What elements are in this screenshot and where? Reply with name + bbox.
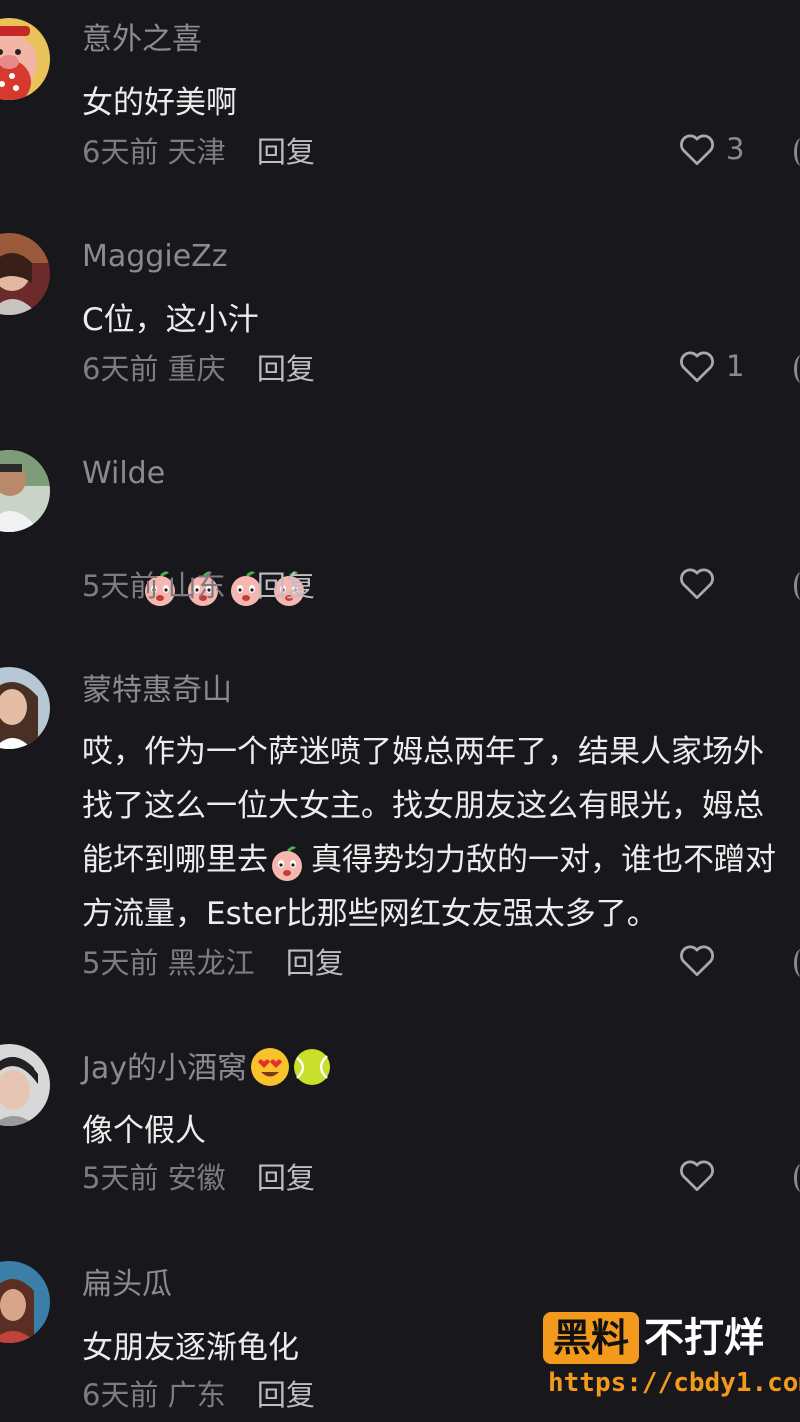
comment-location: 山东: [167, 569, 226, 603]
username[interactable]: 意外之喜: [82, 20, 202, 60]
username[interactable]: 蒙特惠奇山: [82, 671, 232, 711]
comment-text: C位，这小汁: [82, 293, 259, 347]
comment-location: 黑龙江: [167, 946, 255, 980]
like-count: 1: [726, 349, 745, 383]
more-icon[interactable]: [794, 355, 800, 383]
like-button[interactable]: [678, 566, 716, 600]
comment-time: 6天前: [82, 1378, 159, 1412]
avatar[interactable]: [0, 667, 50, 749]
reply-button[interactable]: 回复: [257, 1378, 315, 1412]
like-button[interactable]: [678, 943, 716, 977]
reply-button[interactable]: 回复: [257, 352, 315, 386]
avatar[interactable]: [0, 233, 50, 315]
watermark-text: 不打烊: [644, 1315, 764, 1361]
more-icon[interactable]: [794, 1164, 800, 1192]
watermark-logo: 黑料 不打烊 https://cbdy1.com: [540, 1312, 800, 1402]
comment-meta: 6天前 广东 回复: [82, 1375, 315, 1415]
comment-text-line: 真得势均力敌的一对，谁也不蹭对: [311, 842, 776, 878]
comment-location: 重庆: [167, 352, 226, 386]
username[interactable]: 扁头瓜: [82, 1265, 172, 1305]
heart-outline-icon: [680, 351, 714, 383]
comment-text-line: 像个假人: [82, 1113, 206, 1149]
comment-text-line: 哎，作为一个萨迷喷了姆总两年了，结果人家场外: [82, 734, 764, 770]
comment-text-line: 找了这么一位大女主。找女朋友这么有眼光，姆总: [82, 788, 764, 824]
comment-text: 哎，作为一个萨迷喷了姆总两年了，结果人家场外 找了这么一位大女主。找女朋友这么有…: [82, 725, 776, 941]
like-button[interactable]: [678, 1158, 716, 1192]
comment-text-line: 方流量，Ester比那些网红女友强太多了。: [82, 896, 658, 932]
username-text: Jay的小酒窝: [82, 1051, 247, 1086]
reply-button[interactable]: 回复: [286, 946, 344, 980]
reply-button[interactable]: 回复: [257, 569, 315, 603]
tennis-ball-emoji-icon: [293, 1048, 331, 1086]
avatar[interactable]: [0, 450, 50, 532]
more-icon[interactable]: [794, 138, 800, 166]
comment-text-line: 能坏到哪里去: [82, 842, 268, 878]
comment-meta: 6天前 天津 回复: [82, 132, 315, 172]
heart-outline-icon: [680, 1160, 714, 1192]
comment-text-line: 女朋友逐渐龟化: [82, 1330, 299, 1366]
more-icon[interactable]: [794, 949, 800, 977]
comment-text-line: 女的好美啊: [82, 85, 237, 121]
reply-button[interactable]: 回复: [257, 1161, 315, 1195]
like-button[interactable]: 3: [678, 132, 744, 166]
like-button[interactable]: 1: [678, 349, 744, 383]
username[interactable]: MaggieZz: [82, 237, 227, 277]
username[interactable]: Wilde: [82, 454, 165, 494]
comment-text: 像个假人: [82, 1104, 206, 1158]
peach-emoji-icon: [268, 842, 306, 882]
heart-outline-icon: [680, 945, 714, 977]
heart-outline-icon: [680, 568, 714, 600]
more-icon[interactable]: [794, 572, 800, 600]
comment-time: 6天前: [82, 352, 159, 386]
comment-meta: 5天前 黑龙江 回复: [82, 943, 344, 983]
comment-time: 5天前: [82, 569, 159, 603]
comment-location: 安徽: [167, 1161, 226, 1195]
like-count: 3: [726, 132, 745, 166]
watermark-url: https://cbdy1.com: [548, 1368, 800, 1398]
comment-time: 5天前: [82, 1161, 159, 1195]
reply-button[interactable]: 回复: [257, 135, 315, 169]
comment-location: 广东: [167, 1378, 226, 1412]
username[interactable]: Jay的小酒窝: [82, 1048, 331, 1089]
comment-time: 6天前: [82, 135, 159, 169]
comment-text-line: C位，这小汁: [82, 302, 259, 338]
avatar[interactable]: [0, 18, 50, 100]
comment-meta: 5天前 山东 回复: [82, 566, 315, 606]
avatar[interactable]: [0, 1044, 50, 1126]
comment-time: 5天前: [82, 946, 159, 980]
watermark-badge: 黑料: [543, 1312, 639, 1364]
comment-text: 女的好美啊: [82, 76, 237, 130]
comment-text: 女朋友逐渐龟化: [82, 1321, 299, 1375]
avatar[interactable]: [0, 1261, 50, 1343]
heart-eyes-emoji-icon: [251, 1048, 289, 1086]
heart-outline-icon: [680, 134, 714, 166]
comment-meta: 5天前 安徽 回复: [82, 1158, 315, 1198]
comment-location: 天津: [167, 135, 226, 169]
comment-list: 意外之喜 女的好美啊 6天前 天津 回复 3 MaggieZz C位，这小汁 6…: [0, 0, 800, 1422]
comment-meta: 6天前 重庆 回复: [82, 349, 315, 389]
